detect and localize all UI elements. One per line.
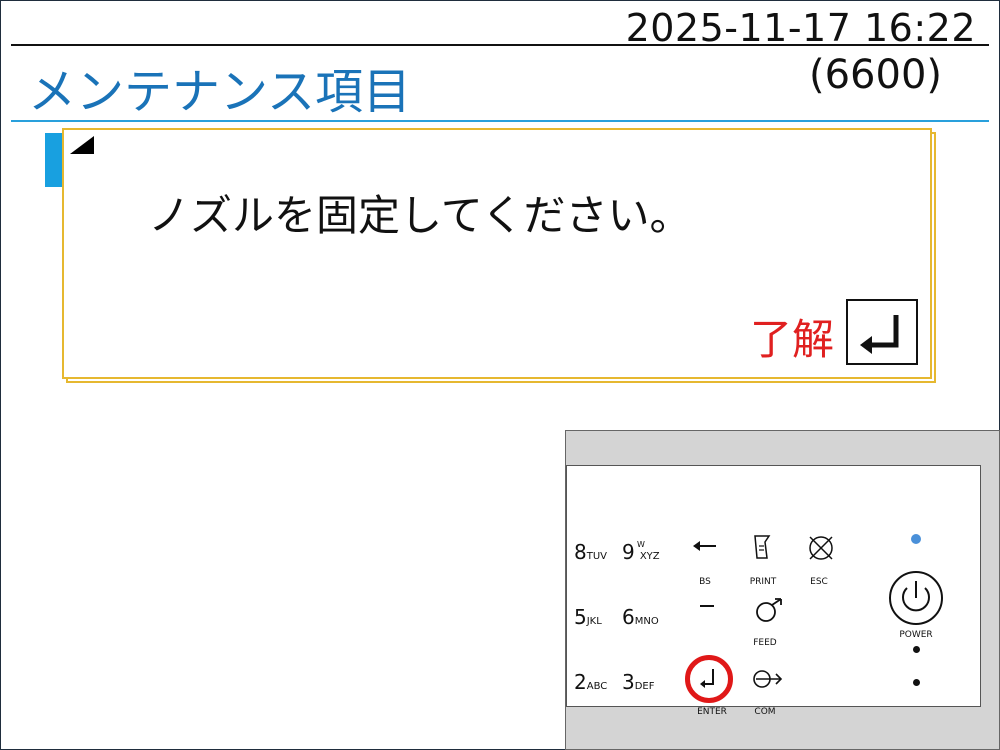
print-key[interactable] [751, 534, 773, 564]
key-8[interactable]: 8TUV [574, 540, 607, 564]
status-dot-1 [913, 646, 920, 653]
page-title: メンテナンス項目 [28, 64, 412, 120]
key-5[interactable]: 5JKL [574, 605, 602, 629]
com-caption: COM [754, 707, 776, 717]
key-3[interactable]: 3DEF [622, 670, 655, 694]
power-led [911, 534, 921, 544]
power-caption: POWER [899, 630, 933, 640]
com-key[interactable] [751, 668, 783, 694]
feed-caption: FEED [753, 638, 777, 648]
dialog-message: ノズルを固定してください。 [148, 191, 692, 240]
control-panel-face: 8TUV 9 W XYZ 5JKL 6MNO 2ABC 3DEF BS PRIN… [566, 465, 981, 717]
key-6[interactable]: 6MNO [622, 605, 659, 629]
arrow-left-icon [693, 541, 716, 551]
ok-enter-button[interactable] [846, 299, 918, 365]
enter-icon [860, 315, 899, 354]
paper-icon [754, 535, 771, 559]
minus-icon [700, 605, 714, 607]
minus-key[interactable] [699, 598, 715, 618]
bs-caption: BS [699, 577, 711, 587]
corner-triangle-icon [70, 136, 94, 154]
esc-key[interactable] [807, 534, 835, 566]
cancel-x-icon [809, 536, 833, 560]
enter-icon [700, 669, 714, 688]
key-9[interactable]: 9 W XYZ [622, 540, 660, 564]
ok-label: 了解 [750, 315, 835, 364]
feed-icon [756, 598, 782, 622]
print-caption: PRINT [749, 577, 777, 587]
power-button[interactable] [888, 570, 944, 630]
enter-caption: ENTER [697, 707, 727, 717]
backspace-key[interactable] [692, 538, 718, 558]
title-divider [11, 120, 989, 122]
feed-key[interactable] [754, 596, 784, 628]
message-dialog: ノズルを固定してください。 了解 [62, 128, 932, 379]
enter-key[interactable] [698, 666, 720, 694]
com-icon [753, 670, 783, 688]
power-icon [889, 571, 943, 625]
esc-caption: ESC [810, 577, 828, 587]
item-code: (6600) [808, 52, 942, 98]
dialog-accent-bar [45, 133, 63, 187]
status-dot-2 [913, 679, 920, 686]
control-panel: 8TUV 9 W XYZ 5JKL 6MNO 2ABC 3DEF BS PRIN… [565, 430, 1000, 750]
header-divider [11, 44, 989, 46]
key-2[interactable]: 2ABC [574, 670, 607, 694]
